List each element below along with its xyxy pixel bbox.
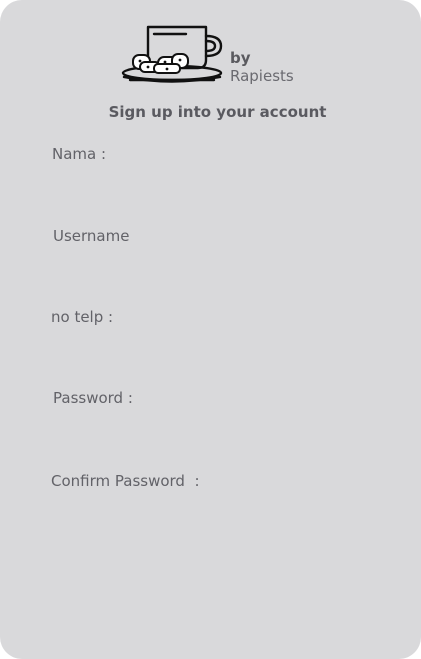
signup-card: by Rapiests Sign up into your account Na…: [0, 0, 421, 659]
username-label: Username: [53, 227, 130, 245]
username-input[interactable]: [53, 249, 353, 271]
no-telp-input[interactable]: [51, 330, 351, 352]
confirm-password-label: Confirm Password :: [51, 472, 200, 490]
confirm-password-input[interactable]: [51, 494, 351, 516]
password-field: Password :: [53, 389, 373, 433]
brand-name: Rapiests: [230, 67, 294, 85]
coffee-cup-with-cookies-icon: [121, 25, 223, 83]
no-telp-field: no telp :: [51, 308, 371, 352]
nama-label: Nama :: [52, 145, 107, 163]
nama-field: Nama :: [52, 145, 372, 189]
confirm-password-field: Confirm Password :: [51, 472, 371, 516]
no-telp-label: no telp :: [51, 308, 114, 326]
brand-by: by: [230, 49, 251, 67]
form-title: Sign up into your account: [108, 103, 327, 121]
password-label: Password :: [53, 389, 133, 407]
password-input[interactable]: [53, 411, 353, 433]
nama-input[interactable]: [52, 167, 352, 189]
username-field: Username: [53, 227, 373, 271]
